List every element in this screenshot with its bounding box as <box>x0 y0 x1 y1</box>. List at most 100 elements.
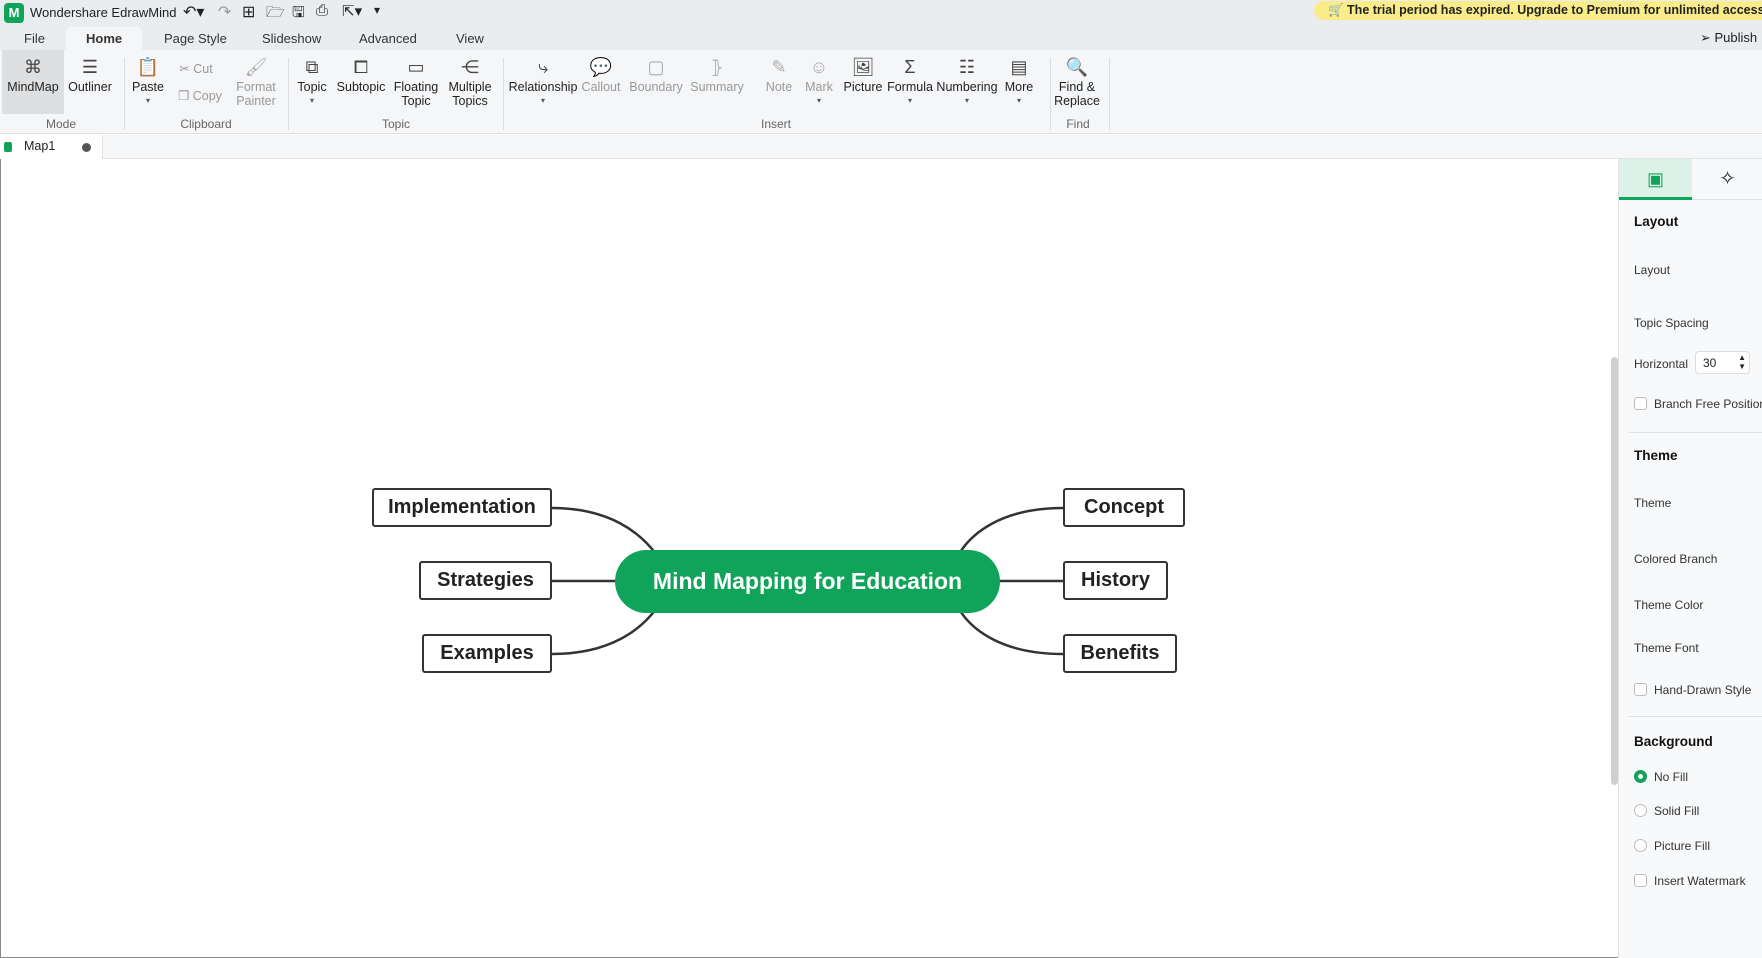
find-replace-button[interactable]: 🔍 Find & Replace <box>1054 56 1100 108</box>
theme-color-label: Theme Color <box>1634 598 1704 612</box>
print-icon[interactable]: ⎙ <box>316 2 328 19</box>
label: Copy <box>192 89 222 103</box>
label: Picture <box>843 80 883 94</box>
app-logo-icon: M <box>4 3 24 23</box>
multiple-topics-button[interactable]: ⋲ Multiple Topics <box>448 56 491 108</box>
right-panel: ▣ ✧ Layout Layout Topic Spacing Horizont… <box>1618 159 1762 958</box>
chevron-down-icon: ▾ <box>145 96 150 105</box>
chevron-down-icon: ▾ <box>964 96 970 105</box>
redo-icon[interactable]: ↷ <box>218 2 231 22</box>
app-title: Wondershare EdrawMind <box>30 5 177 20</box>
boundary-button[interactable]: ▢ Boundary <box>629 56 683 94</box>
summary-button[interactable]: ⦄ Summary <box>690 56 743 94</box>
label: Floating <box>393 80 439 94</box>
unsaved-dot-icon[interactable] <box>82 143 91 152</box>
customize-icon[interactable]: ▾ <box>374 3 380 17</box>
label: Replace <box>1054 94 1100 108</box>
tab-file[interactable]: File <box>20 31 49 46</box>
export-icon[interactable]: ⇱▾ <box>342 2 362 20</box>
panel-tab-format[interactable]: ▣ <box>1619 159 1692 200</box>
vertical-scrollbar[interactable] <box>1611 357 1618 785</box>
tab-advanced[interactable]: Advanced <box>355 31 421 46</box>
theme-label: Theme <box>1634 496 1672 510</box>
chevron-down-icon: ▾ <box>1016 96 1022 105</box>
clipboard-icon: 📋 <box>136 57 160 77</box>
copy-button[interactable]: ❐ Copy <box>178 89 222 103</box>
cut-button[interactable]: ✂ Cut <box>179 62 212 76</box>
picture-button[interactable]: 🖼 Picture <box>844 56 883 94</box>
subtopic-button[interactable]: ⧠ Subtopic <box>337 56 386 94</box>
document-tab-map1[interactable]: Map1 <box>0 135 103 159</box>
tab-view[interactable]: View <box>452 31 488 46</box>
outliner-button[interactable]: ☰ Outliner <box>68 56 112 94</box>
group-clipboard: Clipboard <box>180 117 232 131</box>
colored-branch-label: Colored Branch <box>1634 552 1718 566</box>
topic-implementation[interactable]: Implementation <box>372 488 552 527</box>
label: Paste <box>132 80 164 94</box>
title-bar: M Wondershare EdrawMind ↶▾ ↷ ⊞ 🗁 🖫 ⎙ ⇱▾ … <box>0 0 1762 27</box>
more-button[interactable]: ▤ More ▾ <box>1005 56 1033 108</box>
topic-examples[interactable]: Examples <box>422 634 552 673</box>
picture-fill-radio[interactable]: Picture Fill <box>1634 839 1710 853</box>
group-topic: Topic <box>381 117 411 131</box>
callout-button[interactable]: 💬 Callout <box>582 56 621 94</box>
topic-icon: ⧉ <box>305 57 319 77</box>
numbering-button[interactable]: ☷ Numbering ▾ <box>936 56 997 108</box>
multiple-topics-icon: ⋲ <box>460 57 479 77</box>
label: Outliner <box>68 80 112 94</box>
connector <box>551 506 657 555</box>
topic-benefits[interactable]: Benefits <box>1063 634 1177 673</box>
layout-heading: Layout <box>1634 214 1679 229</box>
mark-button[interactable]: ☺ Mark ▾ <box>805 56 833 108</box>
sparkle-icon: ✧ <box>1719 168 1736 190</box>
formula-button[interactable]: Σ Formula ▾ <box>887 56 933 108</box>
scissors-icon: ✂ <box>179 62 194 76</box>
mindmap-icon: ⌘ <box>23 57 42 77</box>
new-icon[interactable]: ⊞ <box>242 2 255 22</box>
tab-page-style[interactable]: Page Style <box>160 31 231 46</box>
open-folder-icon[interactable]: 🗁 <box>266 2 285 27</box>
label: Relationship <box>508 80 578 94</box>
tab-slideshow[interactable]: Slideshow <box>258 31 325 46</box>
topic-history[interactable]: History <box>1063 561 1168 600</box>
insert-watermark-checkbox[interactable]: Insert Watermark <box>1634 874 1746 888</box>
label: Numbering <box>936 80 998 94</box>
solid-fill-radio[interactable]: Solid Fill <box>1634 804 1699 818</box>
chevron-down-icon: ▾ <box>816 96 821 105</box>
branch-free-position-checkbox[interactable]: Branch Free Position <box>1634 397 1762 411</box>
format-painter-button[interactable]: 🖌 Format Painter <box>236 56 276 108</box>
floating-topic-button[interactable]: ▭ Floating Topic <box>394 56 438 108</box>
spinner-icon[interactable]: ▲ ▼ <box>1738 353 1746 371</box>
divider <box>1109 58 1110 130</box>
mindmap-button[interactable]: ⌘ MindMap <box>7 56 58 94</box>
outliner-icon: ☰ <box>81 57 99 77</box>
mindmap-canvas[interactable]: Mind Mapping for Education Implementatio… <box>0 159 1618 958</box>
connector <box>551 608 657 656</box>
note-button[interactable]: ✎ Note <box>766 56 792 94</box>
numbering-icon: ☷ <box>958 57 976 77</box>
relationship-icon: ⤷ <box>537 57 549 77</box>
topic-button[interactable]: ⧉ Topic ▾ <box>297 56 326 108</box>
publish-button[interactable]: ➢ Publish <box>1700 30 1757 46</box>
undo-icon[interactable]: ↶▾ <box>183 2 204 22</box>
tab-home[interactable]: Home <box>66 27 143 50</box>
save-icon[interactable]: 🖫 <box>292 2 305 27</box>
central-topic[interactable]: Mind Mapping for Education <box>615 550 1000 613</box>
trial-banner[interactable]: 🛒 The trial period has expired. Upgrade … <box>1314 1 1762 20</box>
find-icon: 🔍 <box>1065 57 1089 77</box>
horizontal-label: Horizontal <box>1634 357 1689 371</box>
no-fill-radio[interactable]: No Fill <box>1634 770 1688 784</box>
topic-concept[interactable]: Concept <box>1063 488 1185 527</box>
topic-strategies[interactable]: Strategies <box>419 561 552 600</box>
hand-drawn-style-checkbox[interactable]: Hand-Drawn Style <box>1634 683 1751 697</box>
label: Insert Watermark <box>1654 874 1746 888</box>
relationship-button[interactable]: ⤷ Relationship ▾ <box>509 56 578 108</box>
panel-tab-ai[interactable]: ✧ <box>1692 159 1762 200</box>
label: Mark <box>805 80 833 94</box>
horizontal-spacing-input[interactable]: 30 ▲ ▼ <box>1695 351 1750 374</box>
paste-button[interactable]: 📋 Paste ▾ <box>132 56 164 108</box>
format-icon: ▣ <box>1646 169 1664 189</box>
send-icon: ➢ <box>1700 30 1715 45</box>
cart-icon: 🛒 <box>1328 3 1348 17</box>
pencil-icon: ✎ <box>771 57 787 77</box>
